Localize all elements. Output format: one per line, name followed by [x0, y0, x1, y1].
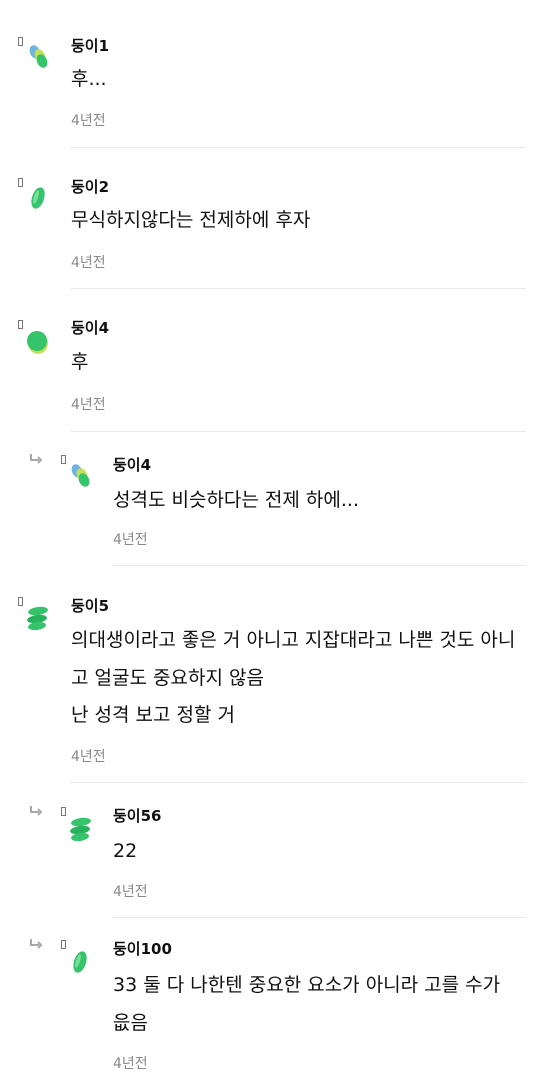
comment-item: 둥이1 후... 4년전	[0, 0, 538, 148]
reply-item: 둥이4 성격도 비슷하다는 전제 하에... 4년전	[0, 431, 538, 566]
reply-item: 둥이100 33 둘 다 나한텐 중요한 요소가 아니라 고를 수가 읎음 4년…	[0, 918, 538, 1076]
user-marker-icon	[18, 320, 23, 329]
comment-text-line: 후...	[71, 68, 107, 90]
comment-time: 4년전	[71, 397, 106, 413]
comment-author[interactable]: 둥이56	[113, 805, 161, 826]
green-blue-bubble-avatar-icon[interactable]	[26, 42, 52, 72]
user-marker-icon	[61, 807, 66, 816]
green-blue-bubble-avatar-icon[interactable]	[68, 461, 94, 491]
user-marker-icon	[61, 455, 66, 464]
comment-text-line: 22	[113, 840, 138, 862]
user-marker-icon	[61, 940, 66, 949]
comment-text-line: 무식하지않다는 전제하에 후자	[71, 209, 311, 231]
comment-time: 4년전	[113, 884, 148, 900]
comment-text-line: 의대생이라고 좋은 거 아니고 지잡대라고 나쁜 것도 아니	[71, 629, 516, 651]
comment-text-line: 고 얼굴도 중요하지 않음	[71, 667, 264, 689]
comment-item: 둥이5 의대생이라고 좋은 거 아니고 지잡대라고 나쁜 것도 아니 고 얼굴도…	[0, 566, 538, 784]
comment-divider	[71, 782, 526, 783]
comment-time: 4년전	[113, 1056, 148, 1072]
comment-author[interactable]: 둥이2	[71, 176, 109, 197]
comment-author[interactable]: 둥이4	[113, 454, 151, 475]
comment-text-line: 난 성격 보고 정할 거	[71, 704, 235, 726]
comment-text-line: 읎음	[113, 1012, 148, 1034]
reply-arrow-icon	[30, 454, 43, 464]
comment-text-line: 후	[71, 351, 89, 373]
comment-author[interactable]: 둥이5	[71, 595, 109, 616]
comment-time: 4년전	[71, 113, 106, 129]
comment-author[interactable]: 둥이1	[71, 35, 109, 56]
comment-item: 둥이2 무식하지않다는 전제하에 후자 4년전	[0, 148, 538, 289]
reply-arrow-icon	[30, 939, 43, 949]
comment-time: 4년전	[113, 532, 148, 548]
comment-text-line: 33 둘 다 나한텐 중요한 요소가 아니라 고를 수가	[113, 974, 501, 996]
comment-text-line: 성격도 비슷하다는 전제 하에...	[113, 489, 359, 511]
comment-time: 4년전	[71, 255, 106, 271]
user-marker-icon	[18, 37, 23, 46]
comment-time: 4년전	[71, 749, 106, 765]
comment-author[interactable]: 둥이100	[113, 938, 172, 959]
reply-item: 둥이56 22 4년전	[0, 784, 538, 918]
green-stack-avatar-icon[interactable]	[68, 814, 94, 844]
green-leaf-avatar-icon[interactable]	[26, 183, 52, 213]
comment-item: 둥이4 후 4년전	[0, 289, 538, 432]
user-marker-icon	[18, 178, 23, 187]
reply-arrow-icon	[30, 806, 43, 816]
user-marker-icon	[18, 597, 23, 606]
green-stack-avatar-icon[interactable]	[26, 603, 52, 633]
green-leaf-avatar-icon[interactable]	[68, 947, 94, 977]
green-oval-avatar-icon[interactable]	[26, 327, 52, 357]
comment-author[interactable]: 둥이4	[71, 317, 109, 338]
